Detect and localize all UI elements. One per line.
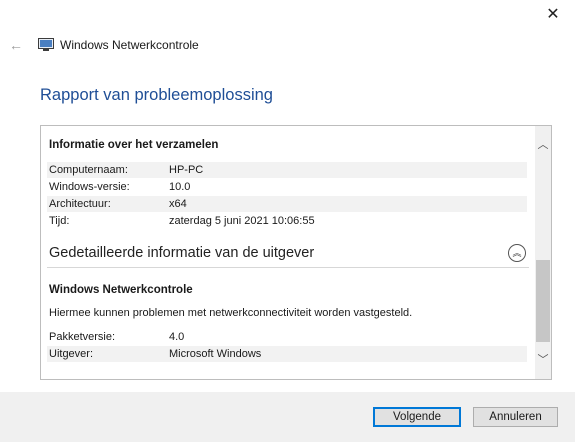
window-title: Windows Netwerkcontrole [60, 38, 199, 52]
info-value: Microsoft Windows [169, 348, 262, 360]
cancel-button[interactable]: Annuleren [473, 407, 558, 427]
info-value: x64 [169, 198, 187, 210]
close-icon[interactable]: ✕ [545, 7, 561, 23]
collapse-chevron-icon[interactable]: ︽ [508, 244, 526, 262]
report-panel: Informatie over het verzamelen Computern… [40, 125, 552, 380]
button-bar: Volgende Annuleren [0, 392, 575, 442]
info-value: zaterdag 5 juni 2021 10:06:55 [169, 215, 315, 227]
info-row-architecture: Architectuur: x64 [47, 196, 527, 212]
scroll-up-icon[interactable]: ︿ [535, 136, 551, 154]
info-value: 10.0 [169, 181, 191, 193]
info-row-computer-name: Computernaam: HP-PC [47, 162, 527, 178]
info-label: Tijd: [49, 215, 70, 227]
info-row-publisher: Uitgever: Microsoft Windows [47, 346, 527, 362]
section-divider [47, 267, 529, 268]
vertical-scrollbar[interactable]: ︿ ﹀ [535, 126, 551, 379]
report-content: Informatie over het verzamelen Computern… [41, 126, 535, 379]
info-value: 4.0 [169, 331, 185, 343]
info-row-time: Tijd: zaterdag 5 juni 2021 10:06:55 [47, 213, 527, 229]
info-value: HP-PC [169, 164, 204, 176]
next-button[interactable]: Volgende [373, 407, 461, 427]
scroll-down-icon[interactable]: ﹀ [535, 351, 551, 369]
collection-info-title: Informatie over het verzamelen [49, 139, 219, 151]
network-diagnostics-icon [38, 38, 54, 51]
scrollbar-thumb[interactable] [536, 260, 550, 342]
publisher-details-heading: Gedetailleerde informatie van de uitgeve… [49, 245, 315, 261]
page-title: Rapport van probleemoplossing [40, 86, 273, 104]
info-row-package-version: Pakketversie: 4.0 [47, 329, 527, 345]
info-label: Windows-versie: [49, 181, 130, 193]
troubleshooter-window: ✕ ← Windows Netwerkcontrole Rapport van … [0, 0, 575, 442]
publisher-description: Hiermee kunnen problemen met netwerkconn… [49, 307, 413, 319]
back-arrow-icon[interactable]: ← [9, 37, 23, 53]
info-label: Uitgever: [49, 348, 94, 360]
info-label: Computernaam: [49, 164, 128, 176]
publisher-app-name: Windows Netwerkcontrole [49, 284, 193, 296]
info-label: Pakketversie: [49, 331, 116, 343]
info-label: Architectuur: [49, 198, 111, 210]
info-row-windows-version: Windows-versie: 10.0 [47, 179, 527, 195]
